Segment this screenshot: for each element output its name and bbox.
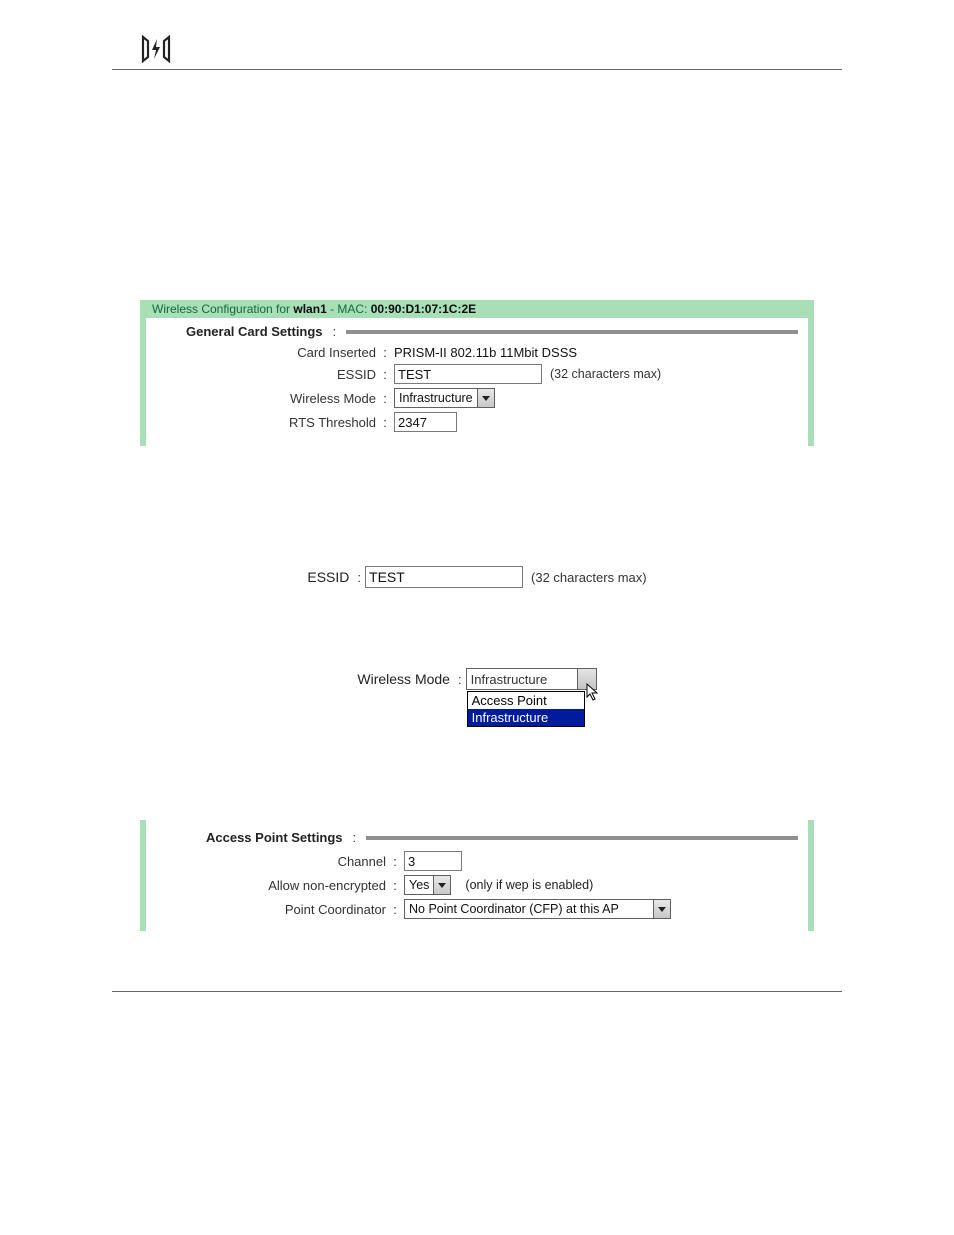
essid-snippet-label: ESSID bbox=[307, 569, 353, 585]
mode-dropdown-list: Access Point Infrastructure bbox=[467, 691, 585, 727]
bolt-bracket-icon bbox=[140, 35, 172, 63]
interface-name: wlan1 bbox=[293, 302, 326, 316]
dropdown-arrow-icon bbox=[653, 900, 670, 918]
mode-snippet-label: Wireless Mode bbox=[357, 671, 454, 687]
mode-option-access-point[interactable]: Access Point bbox=[468, 692, 584, 709]
mode-snippet-select[interactable]: Infrastructure Access Point Infrastructu… bbox=[466, 668, 597, 690]
dropdown-arrow-icon bbox=[433, 876, 450, 894]
panel-title-mid: - MAC: bbox=[327, 302, 371, 316]
allow-nonencrypted-select[interactable]: Yes bbox=[404, 875, 451, 895]
essid-snippet: ESSID : (32 characters max) bbox=[0, 566, 954, 588]
essid-input[interactable] bbox=[394, 364, 542, 384]
card-inserted-row: Card Inserted : PRISM-II 802.11b 11Mbit … bbox=[146, 343, 808, 362]
rts-threshold-row: RTS Threshold : bbox=[146, 410, 808, 434]
wireless-mode-row: Wireless Mode : Infrastructure bbox=[146, 386, 808, 410]
essid-snippet-hint: (32 characters max) bbox=[531, 570, 647, 585]
essid-label: ESSID bbox=[186, 367, 380, 382]
wireless-mode-value: Infrastructure bbox=[395, 389, 477, 407]
channel-label: Channel bbox=[206, 854, 390, 869]
header-bar bbox=[366, 836, 798, 840]
essid-snippet-input[interactable] bbox=[365, 566, 523, 588]
general-settings-header: General Card Settings : bbox=[146, 318, 808, 343]
allow-nonencrypted-value: Yes bbox=[405, 876, 433, 894]
wireless-mode-label: Wireless Mode bbox=[186, 391, 380, 406]
rts-threshold-input[interactable] bbox=[394, 412, 457, 432]
wireless-mode-snippet: Wireless Mode : Infrastructure Access Po… bbox=[357, 668, 596, 690]
point-coordinator-row: Point Coordinator : No Point Coordinator… bbox=[146, 897, 808, 921]
allow-nonencrypted-row: Allow non-encrypted : Yes (only if wep i… bbox=[146, 873, 808, 897]
header-bar bbox=[346, 330, 798, 334]
ap-settings-label: Access Point Settings bbox=[206, 830, 343, 845]
mac-address: 00:90:D1:07:1C:2E bbox=[371, 302, 476, 316]
essid-hint: (32 characters max) bbox=[550, 367, 661, 381]
point-coordinator-value: No Point Coordinator (CFP) at this AP bbox=[405, 900, 653, 918]
essid-row: ESSID : (32 characters max) bbox=[146, 362, 808, 386]
channel-input[interactable] bbox=[404, 851, 462, 871]
dropdown-arrow-icon bbox=[477, 389, 494, 407]
mode-snippet-value: Infrastructure bbox=[467, 669, 577, 689]
point-coordinator-select[interactable]: No Point Coordinator (CFP) at this AP bbox=[404, 899, 671, 919]
panel-title-prefix: Wireless Configuration for bbox=[152, 302, 293, 316]
rts-threshold-label: RTS Threshold bbox=[186, 415, 380, 430]
card-inserted-label: Card Inserted bbox=[186, 345, 380, 360]
point-coordinator-label: Point Coordinator bbox=[206, 902, 390, 917]
access-point-settings-panel: Access Point Settings : Channel : Allow … bbox=[140, 820, 814, 931]
wireless-config-panel: Wireless Configuration for wlan1 - MAC: … bbox=[140, 300, 814, 446]
allow-nonencrypted-label: Allow non-encrypted bbox=[206, 878, 390, 893]
wireless-mode-select[interactable]: Infrastructure bbox=[394, 388, 495, 408]
general-settings-label: General Card Settings bbox=[186, 324, 323, 339]
mouse-cursor-icon bbox=[586, 683, 602, 703]
allow-nonencrypted-hint: (only if wep is enabled) bbox=[465, 878, 593, 892]
card-inserted-value: PRISM-II 802.11b 11Mbit DSSS bbox=[390, 345, 577, 360]
channel-row: Channel : bbox=[146, 849, 808, 873]
mode-option-infrastructure[interactable]: Infrastructure bbox=[468, 709, 584, 726]
ap-settings-header: Access Point Settings : bbox=[146, 820, 808, 849]
panel-title-bar: Wireless Configuration for wlan1 - MAC: … bbox=[146, 300, 808, 318]
footer-rule bbox=[112, 991, 842, 992]
